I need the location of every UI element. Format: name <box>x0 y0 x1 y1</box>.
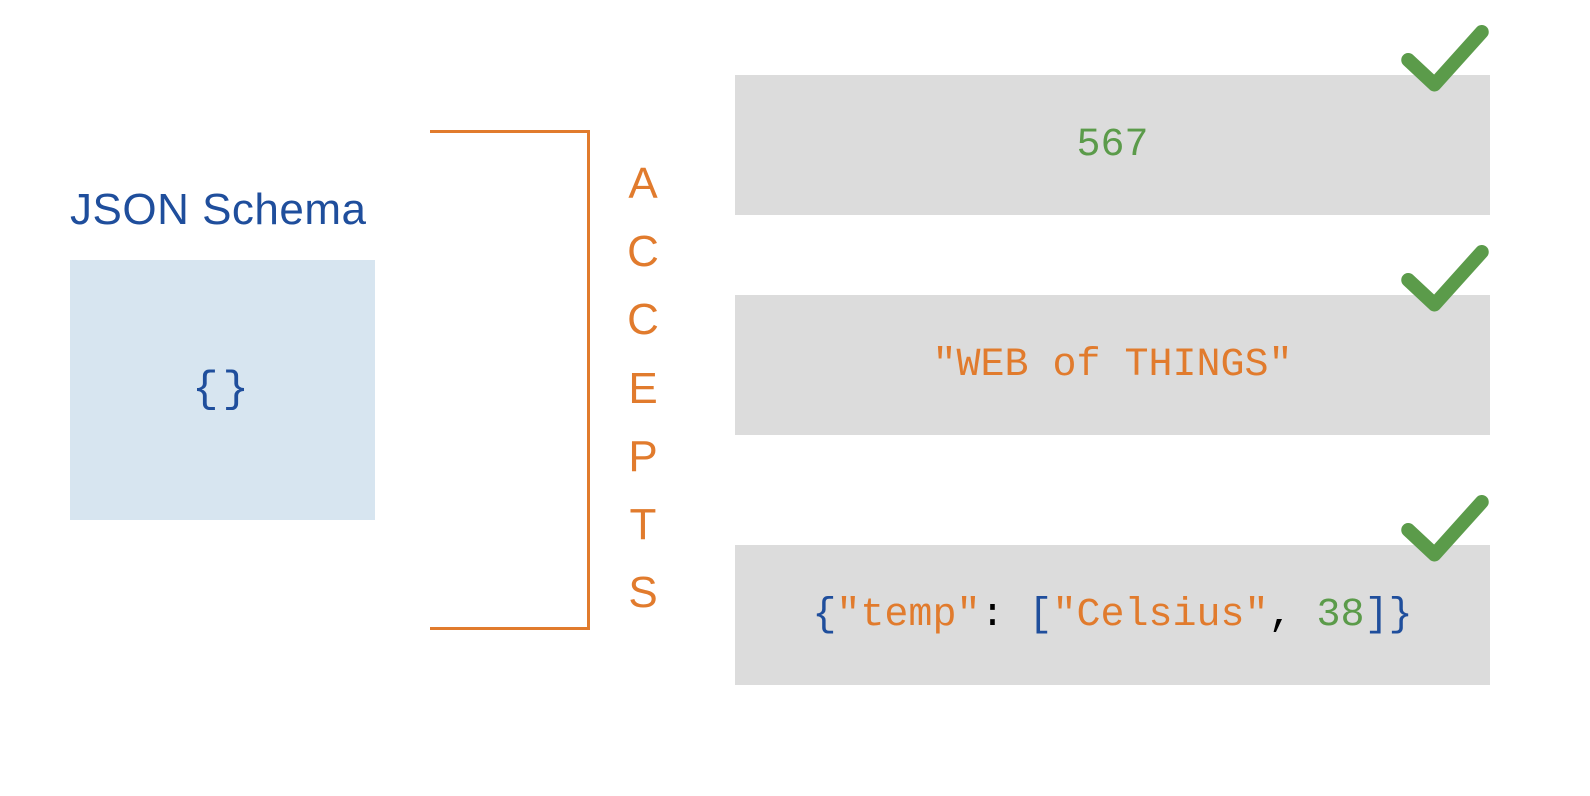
json-comma: , <box>1269 593 1317 638</box>
schema-title: JSON Schema <box>70 185 366 235</box>
accepts-letter: E <box>622 355 666 423</box>
accepts-label: A C C E P T S <box>622 150 666 627</box>
schema-box: {} <box>70 260 375 520</box>
json-number: 38 <box>1317 593 1365 638</box>
example-value: "WEB of THINGS" <box>932 343 1292 388</box>
example-box-string: "WEB of THINGS" <box>735 295 1490 435</box>
json-bracket-close: ] <box>1365 593 1389 638</box>
schema-content: {} <box>192 365 253 415</box>
json-colon: : <box>980 593 1028 638</box>
accepts-letter: T <box>622 491 666 559</box>
json-bracket-open: [ <box>1028 593 1052 638</box>
example-box-number: 567 <box>735 75 1490 215</box>
example-value: 567 <box>1076 123 1148 168</box>
json-brace-open: { <box>812 593 836 638</box>
example-box-object: {"temp": ["Celsius", 38]} <box>735 545 1490 685</box>
bracket-icon <box>430 130 590 630</box>
accepts-letter: A <box>622 150 666 218</box>
json-brace-close: } <box>1389 593 1413 638</box>
check-icon <box>1400 245 1490 315</box>
accepts-letter: C <box>622 218 666 286</box>
example-value: {"temp": ["Celsius", 38]} <box>812 593 1412 638</box>
accepts-letter: P <box>622 423 666 491</box>
json-key: "temp" <box>836 593 980 638</box>
check-icon <box>1400 25 1490 95</box>
accepts-letter: S <box>622 559 666 627</box>
check-icon <box>1400 495 1490 565</box>
accepts-letter: C <box>622 286 666 354</box>
json-string: "Celsius" <box>1052 593 1268 638</box>
